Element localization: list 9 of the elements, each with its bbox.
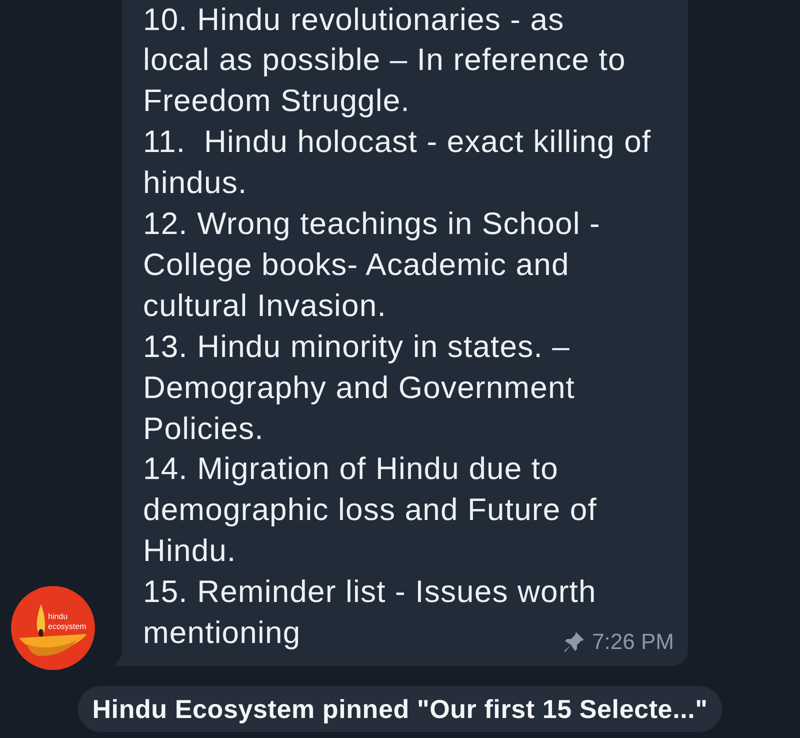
avatar[interactable]: hindu ecosystem [11,586,95,670]
list-item-text: 12. Wrong teachings in School - College books- Academic and cultural Invasion. [143,205,600,325]
pinned-notice: Hindu Ecosystem pinned "Our first 15 Selecte..." [78,686,722,732]
list-item-text: 10. Hindu revolutionaries - as local as possible – In reference to Freedom Struggle. [143,0,626,120]
list-item-text: 13. Hindu minority in states. – Demography and Government Policies. [143,328,576,448]
list-item-text: 11. Hindu holocast - exact killing of hindus. [143,123,652,202]
message-time: 7:26 PM [592,628,674,656]
list-item-text: 14. Migration of Hindu due to demographic loss and Future of Hindu. [143,450,597,570]
avatar-text: hindu ecosystem [48,612,86,632]
